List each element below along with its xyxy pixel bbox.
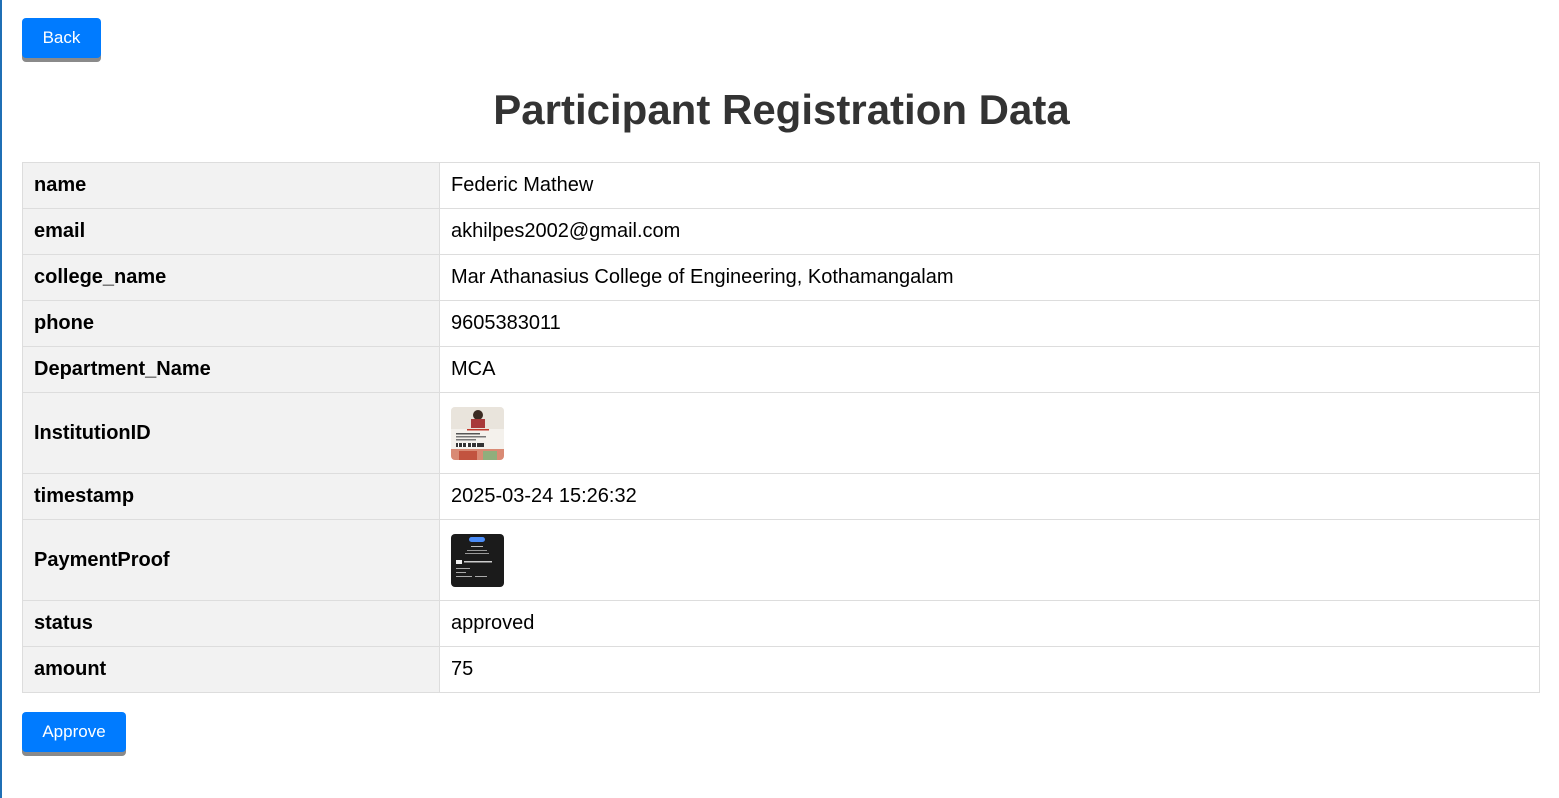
- field-college-value: Mar Athanasius College of Engineering, K…: [439, 254, 1540, 301]
- table-row: InstitutionID: [22, 392, 1540, 474]
- payment-proof-image[interactable]: [451, 533, 504, 587]
- field-institution-id-label: InstitutionID: [22, 392, 440, 474]
- field-amount-value: 75: [439, 646, 1540, 693]
- field-email-label: email: [22, 208, 440, 255]
- field-payment-proof-value: [439, 519, 1540, 601]
- page: Back Participant Registration Data name …: [0, 0, 1559, 798]
- field-phone-value: 9605383011: [439, 300, 1540, 347]
- page-title: Participant Registration Data: [493, 86, 1070, 133]
- field-department-label: Department_Name: [22, 346, 440, 393]
- field-institution-id-value: [439, 392, 1540, 474]
- field-payment-proof-label: PaymentProof: [22, 519, 440, 601]
- table-row: timestamp 2025-03-24 15:26:32: [22, 473, 1540, 520]
- table-row: status approved: [22, 600, 1540, 647]
- field-department-value: MCA: [439, 346, 1540, 393]
- table-row: college_name Mar Athanasius College of E…: [22, 254, 1540, 301]
- field-amount-label: amount: [22, 646, 440, 693]
- field-timestamp-value: 2025-03-24 15:26:32: [439, 473, 1540, 520]
- table-row: email akhilpes2002@gmail.com: [22, 208, 1540, 255]
- field-phone-label: phone: [22, 300, 440, 347]
- registration-table: name Federic Mathew email akhilpes2002@g…: [22, 162, 1540, 693]
- field-name-label: name: [22, 162, 440, 209]
- table-row: name Federic Mathew: [22, 162, 1540, 209]
- back-button[interactable]: Back: [22, 18, 101, 58]
- field-college-label: college_name: [22, 254, 440, 301]
- table-row: amount 75: [22, 646, 1540, 693]
- field-status-label: status: [22, 600, 440, 647]
- field-name-value: Federic Mathew: [439, 162, 1540, 209]
- table-row: PaymentProof: [22, 519, 1540, 601]
- field-email-value: akhilpes2002@gmail.com: [439, 208, 1540, 255]
- institution-id-image[interactable]: [451, 406, 504, 460]
- table-row: Department_Name MCA: [22, 346, 1540, 393]
- table-row: phone 9605383011: [22, 300, 1540, 347]
- field-timestamp-label: timestamp: [22, 473, 440, 520]
- field-status-value: approved: [439, 600, 1540, 647]
- approve-button[interactable]: Approve: [22, 712, 126, 752]
